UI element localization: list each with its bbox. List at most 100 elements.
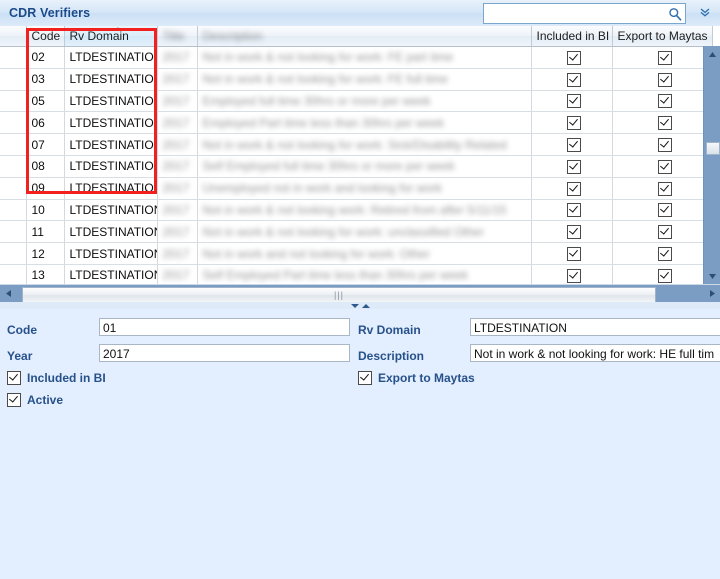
export_to_maytas-cell-checkbox[interactable] (657, 225, 672, 240)
grid-cell-code[interactable]: 10 (26, 199, 65, 222)
grid-cell-rowhead[interactable] (0, 46, 27, 69)
vertical-scrollbar-thumb[interactable] (706, 142, 720, 155)
included_in_bi-cell-checkbox[interactable] (567, 268, 581, 283)
grid-cell-rowhead[interactable] (0, 90, 27, 113)
grid-cell-rowhead[interactable] (0, 199, 27, 222)
export_to_maytas-cell-checkbox[interactable] (657, 246, 672, 261)
table-row[interactable]: 08 LTDESTINATION 2017 Self Employed full ti… (0, 155, 713, 178)
grid-cell-export_to_maytas[interactable] (612, 68, 713, 91)
table-row[interactable]: 10 LTDESTINATION 2017 Not in work & not loo… (0, 199, 713, 222)
export-to-maytas-checkbox-row[interactable]: Export to Maytas (358, 371, 475, 385)
grid-cell-export_to_maytas[interactable] (612, 264, 713, 284)
grid-cell-export_to_maytas[interactable] (612, 133, 713, 156)
included_in_bi-cell-checkbox[interactable] (567, 116, 581, 131)
grid-cell-rowhead[interactable] (0, 111, 27, 135)
grid-cell-code[interactable]: 03 (26, 68, 65, 91)
grid-cell-hidden_a[interactable]: 2017 (157, 46, 198, 69)
search-icon[interactable] (665, 7, 685, 21)
table-row[interactable]: 09 LTDESTINATION 2017 Unemployed not in wor… (0, 177, 713, 200)
included_in_bi-cell-checkbox[interactable] (567, 50, 581, 65)
grid-cell-export_to_maytas[interactable] (612, 90, 713, 113)
grid-cell-hidden_a[interactable]: 2017 (157, 264, 198, 284)
export_to_maytas-cell-checkbox[interactable] (657, 203, 672, 218)
grid-cell-rv_domain[interactable]: LTDESTINATION (64, 68, 158, 91)
grid-cell-rowhead[interactable] (0, 264, 27, 284)
export_to_maytas-cell-checkbox[interactable] (657, 159, 672, 174)
table-row[interactable]: 11 LTDESTINATION 2017 Not in work & not loo… (0, 220, 713, 244)
grid-cell-rv_domain[interactable]: LTDESTINATION (64, 90, 158, 113)
table-row[interactable]: 12 LTDESTINATION 2017 Not in work and not l… (0, 242, 713, 265)
chevron-double-down-icon[interactable] (697, 4, 713, 20)
grid-cell-rowhead[interactable] (0, 242, 27, 265)
grid-cell-hidden_b[interactable]: Not in work & not looking for work: FE f… (197, 68, 532, 91)
included_in_bi-cell-checkbox[interactable] (567, 225, 581, 240)
grid-cell-included_in_bi[interactable] (531, 220, 613, 244)
grid-cell-code[interactable]: 11 (26, 220, 65, 244)
grid-cell-export_to_maytas[interactable] (612, 242, 713, 265)
table-row[interactable]: 06 LTDESTINATION 2017 Employed Part time le… (0, 111, 713, 135)
export_to_maytas-cell-checkbox[interactable] (657, 50, 672, 65)
export_to_maytas-cell-checkbox[interactable] (657, 181, 672, 196)
year-field-input[interactable]: 2017 (99, 344, 350, 362)
table-row[interactable]: 02 LTDESTINATION 2017 Not in work & not loo… (0, 46, 713, 69)
grid-cell-rv_domain[interactable]: LTDESTINATION (64, 155, 158, 178)
grid-cell-rowhead[interactable] (0, 133, 27, 156)
included_in_bi-cell-checkbox[interactable] (567, 181, 581, 196)
grid-cell-included_in_bi[interactable] (531, 111, 613, 135)
grid-column-header-rv_domain[interactable]: Rv Domain (64, 26, 158, 47)
grid-cell-hidden_a[interactable]: 2017 (157, 133, 198, 156)
panel-splitter[interactable] (0, 302, 720, 309)
grid-cell-code[interactable]: 12 (26, 242, 65, 265)
grid-cell-export_to_maytas[interactable] (612, 111, 713, 135)
scroll-down-arrow-icon[interactable] (704, 268, 720, 284)
grid-column-header-export_to_maytas[interactable]: Export to Maytas (612, 26, 713, 47)
grid-cell-included_in_bi[interactable] (531, 133, 613, 156)
grid-cell-code[interactable]: 13 (26, 264, 65, 284)
table-row[interactable]: 13 LTDESTINATION 2017 Self Employed Part ti… (0, 264, 713, 284)
grid-cell-hidden_a[interactable]: 2017 (157, 199, 198, 222)
grid-cell-included_in_bi[interactable] (531, 199, 613, 222)
grid-cell-hidden_b[interactable]: Not in work and not looking for work: Ot… (197, 242, 532, 265)
grid-column-header-hidden_b[interactable]: Description (197, 26, 532, 47)
grid-horizontal-scrollbar[interactable]: ||| (0, 284, 720, 303)
active-checkbox[interactable] (7, 393, 21, 407)
grid-cell-code[interactable]: 05 (26, 90, 65, 113)
data-grid[interactable]: Code Rv Domain Title Description Included in… (0, 26, 720, 284)
collapse-down-icon[interactable] (350, 303, 359, 308)
export_to_maytas-cell-checkbox[interactable] (657, 116, 672, 131)
export_to_maytas-cell-checkbox[interactable] (657, 268, 672, 283)
included_in_bi-cell-checkbox[interactable] (567, 138, 581, 152)
scroll-right-arrow-icon[interactable] (704, 289, 720, 300)
grid-cell-rv_domain[interactable]: LTDESTINATION (64, 199, 158, 222)
grid-cell-export_to_maytas[interactable] (612, 199, 713, 222)
search-input[interactable] (484, 6, 665, 21)
grid-cell-hidden_b[interactable]: Self Employed Part time less than 30hrs … (197, 264, 532, 284)
code-field-input[interactable]: 01 (99, 318, 350, 336)
grid-cell-rowhead[interactable] (0, 68, 27, 91)
grid-cell-included_in_bi[interactable] (531, 177, 613, 200)
grid-cell-code[interactable]: 02 (26, 46, 65, 69)
grid-column-header-included_in_bi[interactable]: Included in BI (531, 26, 613, 47)
collapse-up-icon[interactable] (361, 303, 370, 308)
grid-cell-rv_domain[interactable]: LTDESTINATION (64, 220, 158, 244)
grid-cell-rowhead[interactable] (0, 220, 27, 244)
export_to_maytas-cell-checkbox[interactable] (657, 138, 672, 152)
export_to_maytas-cell-checkbox[interactable] (657, 94, 672, 109)
grid-cell-hidden_a[interactable]: 2017 (157, 90, 198, 113)
grid-cell-code[interactable]: 08 (26, 155, 65, 178)
grid-cell-hidden_a[interactable]: 2017 (157, 111, 198, 135)
included_in_bi-cell-checkbox[interactable] (567, 203, 581, 218)
grid-cell-hidden_b[interactable]: Employed full time 30hrs or more per wee… (197, 90, 532, 113)
grid-cell-rv_domain[interactable]: LTDESTINATION (64, 242, 158, 265)
active-checkbox-row[interactable]: Active (7, 393, 63, 407)
grid-cell-rv_domain[interactable]: LTDESTINATION (64, 177, 158, 200)
export_to_maytas-cell-checkbox[interactable] (657, 72, 672, 87)
grid-cell-hidden_a[interactable]: 2017 (157, 177, 198, 200)
grid-cell-hidden_b[interactable]: Not in work & not looking for work: FE p… (197, 46, 532, 69)
grid-cell-hidden_b[interactable]: Not in work & not looking for work: Sick… (197, 133, 532, 156)
included_in_bi-cell-checkbox[interactable] (567, 159, 581, 174)
grid-cell-export_to_maytas[interactable] (612, 177, 713, 200)
included_in_bi-cell-checkbox[interactable] (567, 94, 581, 109)
horizontal-scrollbar-track[interactable]: ||| (16, 287, 704, 303)
grid-cell-included_in_bi[interactable] (531, 90, 613, 113)
